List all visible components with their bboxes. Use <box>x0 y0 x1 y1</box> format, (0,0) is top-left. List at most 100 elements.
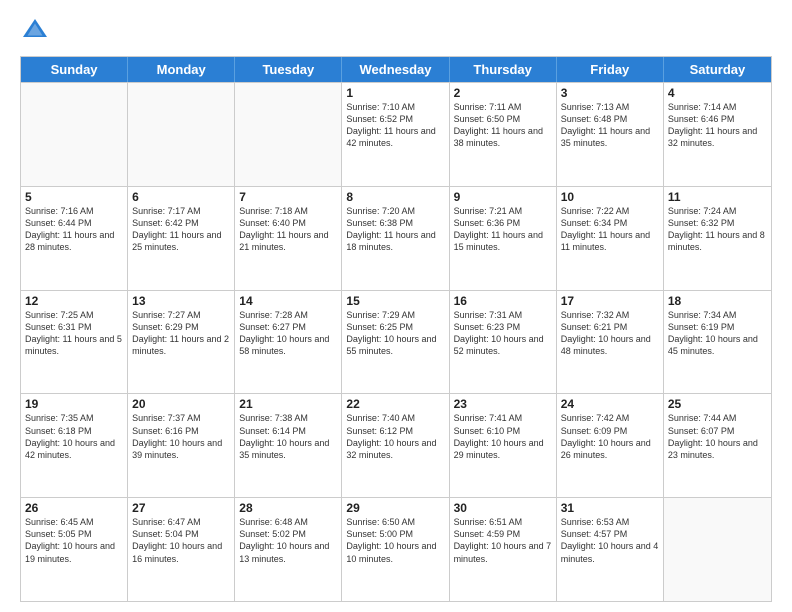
day-info: Sunrise: 7:27 AM Sunset: 6:29 PM Dayligh… <box>132 309 230 358</box>
day-header-wednesday: Wednesday <box>342 57 449 82</box>
day-number: 14 <box>239 294 337 308</box>
day-number: 4 <box>668 86 767 100</box>
day-number: 3 <box>561 86 659 100</box>
day-info: Sunrise: 7:18 AM Sunset: 6:40 PM Dayligh… <box>239 205 337 254</box>
calendar-day-25: 25Sunrise: 7:44 AM Sunset: 6:07 PM Dayli… <box>664 394 771 497</box>
page: SundayMondayTuesdayWednesdayThursdayFrid… <box>0 0 792 612</box>
day-number: 26 <box>25 501 123 515</box>
calendar-day-2: 2Sunrise: 7:11 AM Sunset: 6:50 PM Daylig… <box>450 83 557 186</box>
day-info: Sunrise: 7:28 AM Sunset: 6:27 PM Dayligh… <box>239 309 337 358</box>
day-info: Sunrise: 7:22 AM Sunset: 6:34 PM Dayligh… <box>561 205 659 254</box>
day-info: Sunrise: 7:21 AM Sunset: 6:36 PM Dayligh… <box>454 205 552 254</box>
day-info: Sunrise: 7:41 AM Sunset: 6:10 PM Dayligh… <box>454 412 552 461</box>
calendar-day-30: 30Sunrise: 6:51 AM Sunset: 4:59 PM Dayli… <box>450 498 557 601</box>
day-info: Sunrise: 7:38 AM Sunset: 6:14 PM Dayligh… <box>239 412 337 461</box>
day-info: Sunrise: 6:50 AM Sunset: 5:00 PM Dayligh… <box>346 516 444 565</box>
day-number: 6 <box>132 190 230 204</box>
day-info: Sunrise: 7:40 AM Sunset: 6:12 PM Dayligh… <box>346 412 444 461</box>
calendar-row-1: 1Sunrise: 7:10 AM Sunset: 6:52 PM Daylig… <box>21 82 771 186</box>
calendar-day-13: 13Sunrise: 7:27 AM Sunset: 6:29 PM Dayli… <box>128 291 235 394</box>
calendar-header: SundayMondayTuesdayWednesdayThursdayFrid… <box>21 57 771 82</box>
calendar-day-14: 14Sunrise: 7:28 AM Sunset: 6:27 PM Dayli… <box>235 291 342 394</box>
calendar-day-28: 28Sunrise: 6:48 AM Sunset: 5:02 PM Dayli… <box>235 498 342 601</box>
calendar-body: 1Sunrise: 7:10 AM Sunset: 6:52 PM Daylig… <box>21 82 771 601</box>
day-number: 27 <box>132 501 230 515</box>
calendar-day-4: 4Sunrise: 7:14 AM Sunset: 6:46 PM Daylig… <box>664 83 771 186</box>
day-header-monday: Monday <box>128 57 235 82</box>
day-number: 28 <box>239 501 337 515</box>
calendar-day-22: 22Sunrise: 7:40 AM Sunset: 6:12 PM Dayli… <box>342 394 449 497</box>
calendar-day-empty <box>128 83 235 186</box>
day-info: Sunrise: 6:45 AM Sunset: 5:05 PM Dayligh… <box>25 516 123 565</box>
day-header-saturday: Saturday <box>664 57 771 82</box>
calendar-day-23: 23Sunrise: 7:41 AM Sunset: 6:10 PM Dayli… <box>450 394 557 497</box>
day-number: 12 <box>25 294 123 308</box>
day-info: Sunrise: 7:32 AM Sunset: 6:21 PM Dayligh… <box>561 309 659 358</box>
calendar-day-17: 17Sunrise: 7:32 AM Sunset: 6:21 PM Dayli… <box>557 291 664 394</box>
day-number: 24 <box>561 397 659 411</box>
day-info: Sunrise: 6:53 AM Sunset: 4:57 PM Dayligh… <box>561 516 659 565</box>
day-info: Sunrise: 7:31 AM Sunset: 6:23 PM Dayligh… <box>454 309 552 358</box>
logo-icon <box>20 16 50 46</box>
day-number: 2 <box>454 86 552 100</box>
calendar-row-5: 26Sunrise: 6:45 AM Sunset: 5:05 PM Dayli… <box>21 497 771 601</box>
calendar-day-16: 16Sunrise: 7:31 AM Sunset: 6:23 PM Dayli… <box>450 291 557 394</box>
day-number: 8 <box>346 190 444 204</box>
day-info: Sunrise: 7:14 AM Sunset: 6:46 PM Dayligh… <box>668 101 767 150</box>
day-info: Sunrise: 7:17 AM Sunset: 6:42 PM Dayligh… <box>132 205 230 254</box>
calendar-day-24: 24Sunrise: 7:42 AM Sunset: 6:09 PM Dayli… <box>557 394 664 497</box>
calendar-day-empty <box>235 83 342 186</box>
day-number: 13 <box>132 294 230 308</box>
calendar-day-18: 18Sunrise: 7:34 AM Sunset: 6:19 PM Dayli… <box>664 291 771 394</box>
calendar-day-21: 21Sunrise: 7:38 AM Sunset: 6:14 PM Dayli… <box>235 394 342 497</box>
calendar-day-7: 7Sunrise: 7:18 AM Sunset: 6:40 PM Daylig… <box>235 187 342 290</box>
day-number: 25 <box>668 397 767 411</box>
day-info: Sunrise: 7:20 AM Sunset: 6:38 PM Dayligh… <box>346 205 444 254</box>
day-info: Sunrise: 6:48 AM Sunset: 5:02 PM Dayligh… <box>239 516 337 565</box>
calendar-row-4: 19Sunrise: 7:35 AM Sunset: 6:18 PM Dayli… <box>21 393 771 497</box>
day-header-tuesday: Tuesday <box>235 57 342 82</box>
day-info: Sunrise: 7:34 AM Sunset: 6:19 PM Dayligh… <box>668 309 767 358</box>
calendar-day-9: 9Sunrise: 7:21 AM Sunset: 6:36 PM Daylig… <box>450 187 557 290</box>
calendar-day-1: 1Sunrise: 7:10 AM Sunset: 6:52 PM Daylig… <box>342 83 449 186</box>
calendar-day-19: 19Sunrise: 7:35 AM Sunset: 6:18 PM Dayli… <box>21 394 128 497</box>
calendar-day-8: 8Sunrise: 7:20 AM Sunset: 6:38 PM Daylig… <box>342 187 449 290</box>
day-info: Sunrise: 6:51 AM Sunset: 4:59 PM Dayligh… <box>454 516 552 565</box>
calendar-day-20: 20Sunrise: 7:37 AM Sunset: 6:16 PM Dayli… <box>128 394 235 497</box>
day-header-friday: Friday <box>557 57 664 82</box>
day-info: Sunrise: 7:11 AM Sunset: 6:50 PM Dayligh… <box>454 101 552 150</box>
day-number: 10 <box>561 190 659 204</box>
day-number: 23 <box>454 397 552 411</box>
day-number: 21 <box>239 397 337 411</box>
day-info: Sunrise: 7:24 AM Sunset: 6:32 PM Dayligh… <box>668 205 767 254</box>
day-number: 22 <box>346 397 444 411</box>
calendar-day-3: 3Sunrise: 7:13 AM Sunset: 6:48 PM Daylig… <box>557 83 664 186</box>
day-info: Sunrise: 6:47 AM Sunset: 5:04 PM Dayligh… <box>132 516 230 565</box>
day-info: Sunrise: 7:44 AM Sunset: 6:07 PM Dayligh… <box>668 412 767 461</box>
day-info: Sunrise: 7:35 AM Sunset: 6:18 PM Dayligh… <box>25 412 123 461</box>
calendar-row-3: 12Sunrise: 7:25 AM Sunset: 6:31 PM Dayli… <box>21 290 771 394</box>
calendar-day-11: 11Sunrise: 7:24 AM Sunset: 6:32 PM Dayli… <box>664 187 771 290</box>
day-number: 7 <box>239 190 337 204</box>
calendar-day-empty <box>664 498 771 601</box>
day-info: Sunrise: 7:13 AM Sunset: 6:48 PM Dayligh… <box>561 101 659 150</box>
day-number: 20 <box>132 397 230 411</box>
day-number: 30 <box>454 501 552 515</box>
day-number: 9 <box>454 190 552 204</box>
logo <box>20 16 52 46</box>
calendar-day-27: 27Sunrise: 6:47 AM Sunset: 5:04 PM Dayli… <box>128 498 235 601</box>
day-header-thursday: Thursday <box>450 57 557 82</box>
day-number: 17 <box>561 294 659 308</box>
day-number: 1 <box>346 86 444 100</box>
calendar-day-29: 29Sunrise: 6:50 AM Sunset: 5:00 PM Dayli… <box>342 498 449 601</box>
calendar-day-6: 6Sunrise: 7:17 AM Sunset: 6:42 PM Daylig… <box>128 187 235 290</box>
calendar-day-12: 12Sunrise: 7:25 AM Sunset: 6:31 PM Dayli… <box>21 291 128 394</box>
calendar-day-10: 10Sunrise: 7:22 AM Sunset: 6:34 PM Dayli… <box>557 187 664 290</box>
calendar-day-15: 15Sunrise: 7:29 AM Sunset: 6:25 PM Dayli… <box>342 291 449 394</box>
day-info: Sunrise: 7:42 AM Sunset: 6:09 PM Dayligh… <box>561 412 659 461</box>
day-info: Sunrise: 7:25 AM Sunset: 6:31 PM Dayligh… <box>25 309 123 358</box>
header <box>20 16 772 46</box>
day-info: Sunrise: 7:37 AM Sunset: 6:16 PM Dayligh… <box>132 412 230 461</box>
day-number: 5 <box>25 190 123 204</box>
calendar-day-empty <box>21 83 128 186</box>
